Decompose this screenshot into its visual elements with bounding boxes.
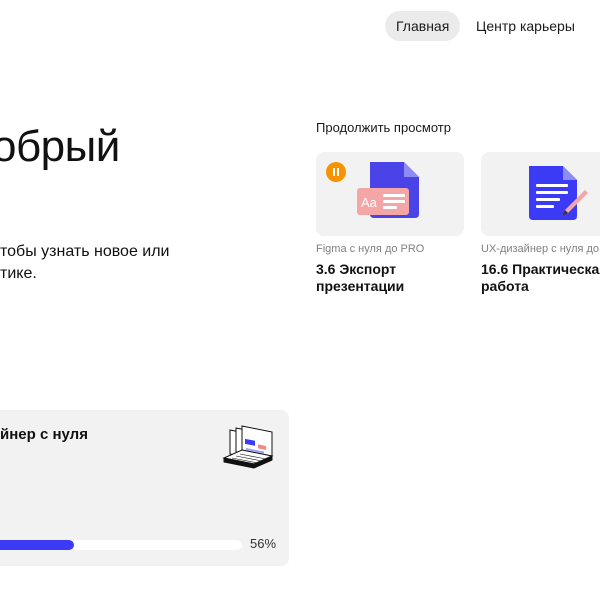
course-progress-card[interactable]: йнер с нуля 56%	[0, 410, 289, 566]
continue-card-figma[interactable]: Aa Figma с нуля до PRO 3.6 Экспорт презе…	[316, 152, 464, 295]
lesson-course-name: Figma с нуля до PRO	[316, 243, 425, 255]
nav-home-tab[interactable]: Главная	[385, 11, 461, 41]
course-progress-label: 56%	[250, 536, 277, 551]
laptop-illustration-icon	[220, 424, 276, 480]
greeting-text-line-1: тобы узнать новое или	[0, 243, 170, 260]
continue-watching-title: Продолжить просмотр	[316, 120, 451, 135]
greeting-text: тобы узнать новое или тике.	[0, 241, 170, 285]
top-nav: Главная Центр карьеры	[0, 11, 600, 41]
lesson-title-line-1: 16.6 Практическая	[481, 261, 600, 277]
course-progress-fill	[0, 540, 74, 550]
greeting-text-line-2: тике.	[0, 265, 37, 282]
lesson-title-line-2: презентации	[316, 278, 405, 294]
course-progress-bar	[0, 540, 242, 550]
presentation-icon: Aa	[357, 162, 419, 218]
lesson-thumbnail[interactable]	[481, 152, 600, 236]
page: Главная Центр карьеры обрый тобы узнать …	[0, 0, 600, 600]
greeting-title: обрый	[0, 122, 120, 171]
nav-career-center-tab[interactable]: Центр карьеры	[476, 11, 575, 41]
course-title: йнер с нуля	[0, 426, 88, 443]
svg-text:Aa: Aa	[361, 195, 378, 210]
document-pencil-icon	[529, 166, 588, 220]
continue-card-ux[interactable]: UX-дизайнер с нуля до PI 16.6 Практическ…	[481, 152, 600, 295]
lesson-title-line-1: 3.6 Экспорт	[316, 261, 397, 277]
lesson-thumbnail[interactable]: Aa	[316, 152, 464, 236]
lesson-title[interactable]: 16.6 Практическая работа	[481, 261, 600, 295]
lesson-title-line-2: работа	[481, 278, 529, 294]
lesson-title[interactable]: 3.6 Экспорт презентации	[316, 261, 466, 295]
lesson-course-name: UX-дизайнер с нуля до PI	[481, 243, 600, 255]
